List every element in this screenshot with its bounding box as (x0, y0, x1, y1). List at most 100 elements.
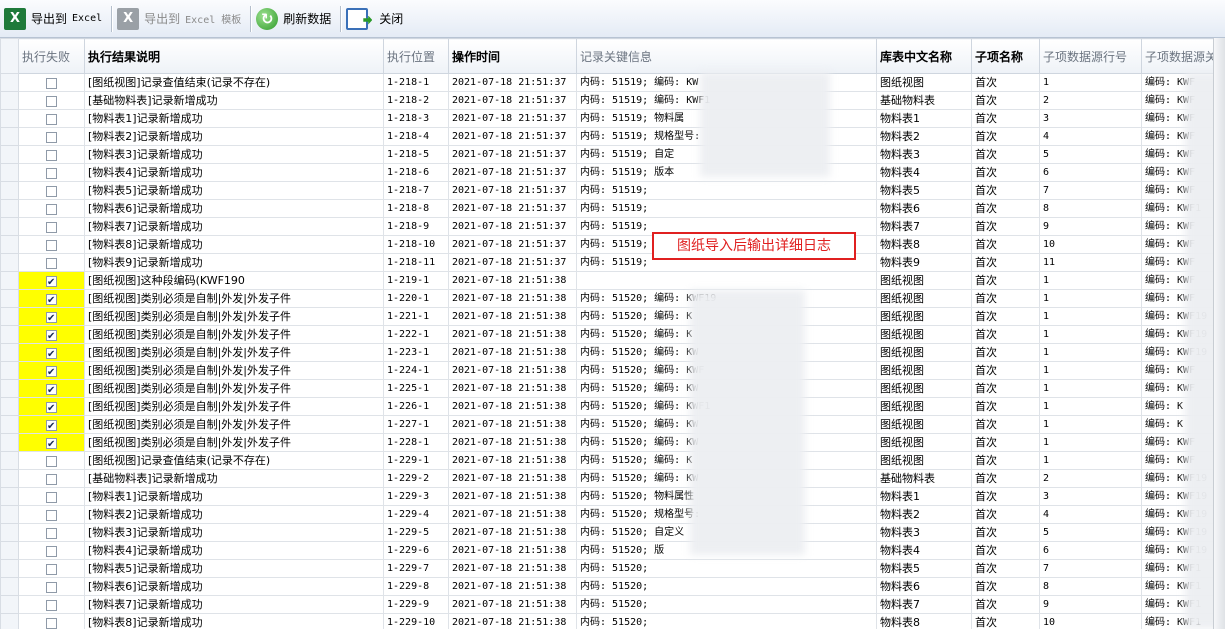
col-header-source-line[interactable]: 子项数据源行号 (1039, 38, 1142, 74)
table-row[interactable]: [图纸视图]类别必须是自制|外发|外发子件1-225-12021-07-18 2… (0, 379, 1225, 398)
failed-checkbox[interactable] (46, 617, 57, 629)
failed-checkbox[interactable] (46, 239, 57, 251)
col-header-position[interactable]: 执行位置 (383, 38, 449, 74)
col-header-failed[interactable]: 执行失败 (18, 38, 85, 74)
failed-checkbox[interactable] (46, 257, 57, 269)
col-header-description[interactable]: 执行结果说明 (84, 38, 384, 74)
table-row[interactable]: [物料表3]记录新增成功 1-218-5 2021-07-18 21:51:37 内码… (0, 145, 1225, 164)
table-row[interactable]: [基础物料表]记录新增成功 1-218-2 2021-07-18 21:51:37 内… (0, 91, 1225, 110)
source-line-cell: 1 (1039, 289, 1142, 308)
table-row[interactable]: [图纸视图]这种段编码(KWF1901-219-12021-07-18 21:5… (0, 271, 1225, 290)
table-row[interactable]: [物料表1]记录新增成功 1-218-3 2021-07-18 21:51:37 内码… (0, 109, 1225, 128)
source-line-cell: 4 (1039, 127, 1142, 146)
key-info-cell: 内码: 51520; 编码: K (576, 325, 877, 344)
failed-checkbox-cell (18, 343, 85, 362)
failed-checkbox-cell (18, 361, 85, 380)
failed-checkbox[interactable] (46, 418, 57, 433)
table-row[interactable]: [物料表2]记录新增成功 1-229-4 2021-07-18 21:51:38 内码… (0, 505, 1225, 524)
description-cell: [物料表1]记录新增成功 (84, 487, 384, 506)
export-excel-button[interactable]: X 导出到 Excel (2, 4, 108, 34)
table-row[interactable]: [物料表4]记录新增成功 1-218-6 2021-07-18 21:51:37 内码… (0, 163, 1225, 182)
failed-checkbox-cell (18, 433, 85, 452)
table-row[interactable]: [图纸视图]类别必须是自制|外发|外发子件1-224-12021-07-18 2… (0, 361, 1225, 380)
table-row[interactable]: [图纸视图]类别必须是自制|外发|外发子件1-226-12021-07-18 2… (0, 397, 1225, 416)
sub-name-cell: 首次 (971, 91, 1040, 110)
failed-checkbox[interactable] (46, 563, 57, 575)
sub-name-cell: 首次 (971, 595, 1040, 614)
col-header-time[interactable]: 操作时间 (448, 38, 577, 74)
table-row[interactable]: [物料表7]记录新增成功 1-218-9 2021-07-18 21:51:37 内码… (0, 217, 1225, 236)
failed-checkbox[interactable] (46, 491, 57, 503)
col-header-sub-name[interactable]: 子项名称 (971, 38, 1040, 74)
failed-checkbox[interactable] (46, 455, 57, 467)
failed-checkbox[interactable] (46, 77, 57, 89)
table-row[interactable]: [图纸视图]类别必须是自制|外发|外发子件1-222-12021-07-18 2… (0, 325, 1225, 344)
source-line-cell: 9 (1039, 217, 1142, 236)
failed-checkbox[interactable] (46, 545, 57, 557)
export-template-button[interactable]: X 导出到 Excel 模板 (115, 4, 247, 34)
row-gutter (0, 199, 19, 218)
description-cell: [物料表1]记录新增成功 (84, 109, 384, 128)
row-gutter (0, 523, 19, 542)
failed-checkbox[interactable] (46, 221, 57, 233)
table-row[interactable]: [图纸视图]类别必须是自制|外发|外发子件1-228-12021-07-18 2… (0, 433, 1225, 452)
table-row[interactable]: [物料表6]记录新增成功 1-229-8 2021-07-18 21:51:38 内码… (0, 577, 1225, 596)
failed-checkbox[interactable] (46, 292, 57, 307)
failed-checkbox[interactable] (46, 509, 57, 521)
table-row[interactable]: [物料表5]记录新增成功 1-218-7 2021-07-18 21:51:37 内码… (0, 181, 1225, 200)
failed-checkbox[interactable] (46, 203, 57, 215)
table-row[interactable]: [图纸视图]记录查值结束(记录不存在) 1-229-1 2021-07-18 21:… (0, 451, 1225, 470)
failed-checkbox[interactable] (46, 400, 57, 415)
table-row[interactable]: [物料表5]记录新增成功 1-229-7 2021-07-18 21:51:38 内码… (0, 559, 1225, 578)
failed-checkbox[interactable] (46, 185, 57, 197)
failed-checkbox[interactable] (46, 473, 57, 485)
failed-checkbox[interactable] (46, 581, 57, 593)
table-row[interactable]: [图纸视图]类别必须是自制|外发|外发子件1-223-12021-07-18 2… (0, 343, 1225, 362)
key-info-cell: 内码: 51520; 版 (576, 541, 877, 560)
col-header-table-name[interactable]: 库表中文名称 (876, 38, 972, 74)
failed-checkbox-cell (18, 271, 85, 290)
table-row[interactable]: [物料表8]记录新增成功 1-229-10 2021-07-18 21:51:38 内… (0, 613, 1225, 629)
table-row[interactable]: [物料表7]记录新增成功 1-229-9 2021-07-18 21:51:38 内码… (0, 595, 1225, 614)
table-row[interactable]: [图纸视图]类别必须是自制|外发|外发子件1-221-12021-07-18 2… (0, 307, 1225, 326)
table-row[interactable]: [图纸视图]记录查值结束(记录不存在) 1-218-1 2021-07-18 21:… (0, 73, 1225, 92)
sub-name-cell: 首次 (971, 577, 1040, 596)
close-button[interactable]: 关闭 (344, 4, 409, 34)
table-row[interactable]: [基础物料表]记录新增成功 1-229-2 2021-07-18 21:51:38 内… (0, 469, 1225, 488)
table-row[interactable]: [物料表3]记录新增成功 1-229-5 2021-07-18 21:51:38 内码… (0, 523, 1225, 542)
col-header-key-info[interactable]: 记录关键信息 (576, 38, 877, 74)
table-row[interactable]: [物料表2]记录新增成功 1-218-4 2021-07-18 21:51:37 内码… (0, 127, 1225, 146)
sub-name-cell: 首次 (971, 145, 1040, 164)
time-cell: 2021-07-18 21:51:37 (448, 235, 577, 254)
failed-checkbox[interactable] (46, 149, 57, 161)
failed-checkbox[interactable] (46, 113, 57, 125)
failed-checkbox[interactable] (46, 167, 57, 179)
position-cell: 1-220-1 (383, 289, 449, 308)
refresh-button[interactable]: ↻ 刷新数据 (254, 4, 337, 34)
key-info-cell: 内码: 51520; (576, 559, 877, 578)
failed-checkbox[interactable] (46, 274, 57, 289)
failed-checkbox[interactable] (46, 364, 57, 379)
sub-name-cell: 首次 (971, 307, 1040, 326)
table-row[interactable]: [图纸视图]类别必须是自制|外发|外发子件1-220-12021-07-18 2… (0, 289, 1225, 308)
failed-checkbox[interactable] (46, 436, 57, 451)
failed-checkbox[interactable] (46, 328, 57, 343)
failed-checkbox[interactable] (46, 382, 57, 397)
failed-checkbox[interactable] (46, 310, 57, 325)
table-row[interactable]: [物料表9]记录新增成功 1-218-11 2021-07-18 21:51:37 内… (0, 253, 1225, 272)
table-row[interactable]: [物料表6]记录新增成功 1-218-8 2021-07-18 21:51:37 内码… (0, 199, 1225, 218)
position-cell: 1-229-9 (383, 595, 449, 614)
table-row[interactable]: [物料表8]记录新增成功 1-218-10 2021-07-18 21:51:37 内… (0, 235, 1225, 254)
failed-checkbox[interactable] (46, 95, 57, 107)
time-cell: 2021-07-18 21:51:37 (448, 109, 577, 128)
failed-checkbox[interactable] (46, 599, 57, 611)
failed-checkbox[interactable] (46, 346, 57, 361)
vertical-scrollbar[interactable] (1213, 38, 1225, 629)
table-row[interactable]: [物料表1]记录新增成功 1-229-3 2021-07-18 21:51:38 内码… (0, 487, 1225, 506)
position-cell: 1-227-1 (383, 415, 449, 434)
table-row[interactable]: [物料表4]记录新增成功 1-229-6 2021-07-18 21:51:38 内码… (0, 541, 1225, 560)
failed-checkbox[interactable] (46, 131, 57, 143)
failed-checkbox[interactable] (46, 527, 57, 539)
position-cell: 1-229-1 (383, 451, 449, 470)
table-row[interactable]: [图纸视图]类别必须是自制|外发|外发子件1-227-12021-07-18 2… (0, 415, 1225, 434)
